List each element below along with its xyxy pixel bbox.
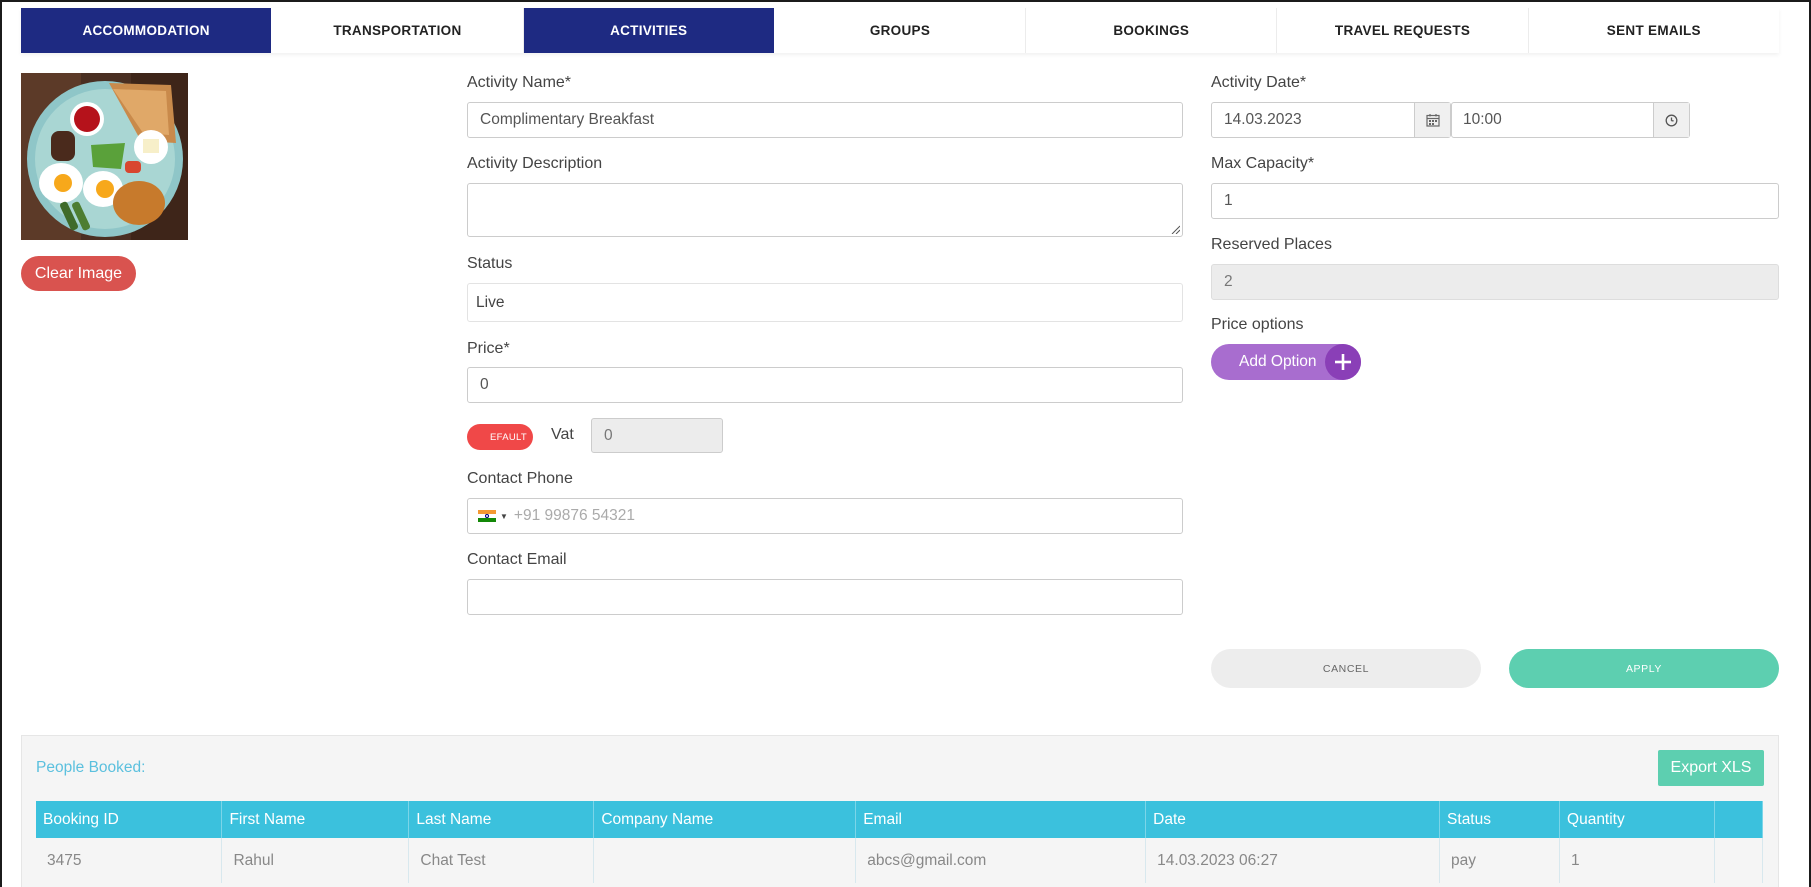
column-header-status[interactable]: Status [1439, 801, 1561, 838]
cell-booking-id: 3475 [36, 838, 223, 883]
resize-grip-icon[interactable] [1170, 224, 1180, 234]
column-header-company-name[interactable]: Company Name [593, 801, 857, 838]
column-header-last-name[interactable]: Last Name [408, 801, 595, 838]
cell-company-name [593, 838, 857, 883]
price-options-label: Price options [1211, 316, 1304, 333]
tab-accommodation[interactable]: ACCOMMODATION [21, 8, 273, 53]
contact-phone-placeholder: +91 99876 54321 [513, 507, 636, 524]
contact-phone-label: Contact Phone [467, 470, 573, 487]
reserved-places-label: Reserved Places [1211, 236, 1332, 253]
add-option-label: Add Option [1239, 353, 1317, 370]
status-label: Status [467, 255, 513, 272]
column-header-date[interactable]: Date [1145, 801, 1441, 838]
clear-image-button[interactable]: Clear Image [21, 256, 136, 291]
activity-description-textarea[interactable] [467, 183, 1183, 237]
toggle-knob [470, 427, 490, 447]
cancel-button[interactable]: CANCEL [1211, 649, 1481, 688]
cell-quantity: 1 [1559, 838, 1715, 883]
table-header-row: Booking ID First Name Last Name Company … [36, 801, 1764, 838]
activity-name-label: Activity Name* [467, 74, 572, 91]
column-header-first-name[interactable]: First Name [221, 801, 410, 838]
status-select[interactable]: Live [467, 283, 1183, 322]
vat-input[interactable]: 0 [591, 418, 723, 453]
activity-date-value: 14.03.2023 [1224, 111, 1302, 128]
default-toggle[interactable]: DEFAULT [467, 424, 533, 450]
add-option-button[interactable]: Add Option [1211, 344, 1361, 380]
activity-image [21, 73, 188, 240]
column-header-booking-id[interactable]: Booking ID [36, 801, 223, 838]
plus-icon[interactable] [1325, 344, 1361, 380]
column-header-actions [1714, 801, 1764, 838]
table-row[interactable]: 3475 Rahul Chat Test abcs@gmail.com 14.0… [36, 838, 1764, 883]
cell-last-name: Chat Test [408, 838, 595, 883]
tab-groups[interactable]: GROUPS [774, 8, 1027, 53]
cell-date: 14.03.2023 06:27 [1145, 838, 1441, 883]
activity-name-input[interactable]: Complimentary Breakfast [467, 102, 1183, 138]
activity-time-input[interactable]: 10:00 [1451, 102, 1690, 138]
tab-sent-emails[interactable]: SENT EMAILS [1528, 8, 1779, 53]
column-header-email[interactable]: Email [855, 801, 1147, 838]
top-tab-bar: ACCOMMODATION TRANSPORTATION ACTIVITIES … [21, 8, 1779, 53]
activity-time-value: 10:00 [1463, 111, 1502, 128]
column-header-quantity[interactable]: Quantity [1559, 801, 1715, 838]
tab-travel-requests[interactable]: TRAVEL REQUESTS [1277, 8, 1529, 53]
cell-status: pay [1439, 838, 1561, 883]
breakfast-plate-illustration [21, 73, 188, 240]
cell-email: abcs@gmail.com [855, 838, 1147, 883]
apply-button[interactable]: APPLY [1509, 649, 1779, 688]
contact-email-input[interactable] [467, 579, 1183, 615]
tab-transportation[interactable]: TRANSPORTATION [272, 8, 524, 53]
activity-date-input[interactable]: 14.03.2023 [1211, 102, 1451, 138]
contact-phone-input[interactable]: ▼ +91 99876 54321 [467, 498, 1183, 534]
clock-icon[interactable] [1653, 103, 1689, 137]
chevron-down-icon[interactable]: ▼ [500, 512, 508, 521]
price-label: Price* [467, 340, 510, 357]
vat-label: Vat [551, 426, 574, 443]
cell-actions [1714, 838, 1764, 883]
people-booked-panel: People Booked: Export XLS Booking ID Fir… [21, 735, 1779, 887]
bookings-table: Booking ID First Name Last Name Company … [36, 801, 1764, 883]
export-xls-button[interactable]: Export XLS [1658, 750, 1764, 786]
india-flag-icon[interactable] [478, 510, 496, 522]
cell-first-name: Rahul [221, 838, 410, 883]
reserved-places-input[interactable]: 2 [1211, 264, 1779, 300]
activity-date-label: Activity Date* [1211, 74, 1307, 91]
tab-bookings[interactable]: BOOKINGS [1026, 8, 1278, 53]
activity-description-label: Activity Description [467, 155, 603, 172]
people-booked-title: People Booked: [36, 759, 146, 776]
max-capacity-label: Max Capacity* [1211, 155, 1315, 172]
calendar-icon[interactable] [1414, 103, 1450, 137]
contact-email-label: Contact Email [467, 551, 567, 568]
price-input[interactable]: 0 [467, 367, 1183, 403]
max-capacity-input[interactable]: 1 [1211, 183, 1779, 219]
tab-activities[interactable]: ACTIVITIES [523, 8, 775, 53]
